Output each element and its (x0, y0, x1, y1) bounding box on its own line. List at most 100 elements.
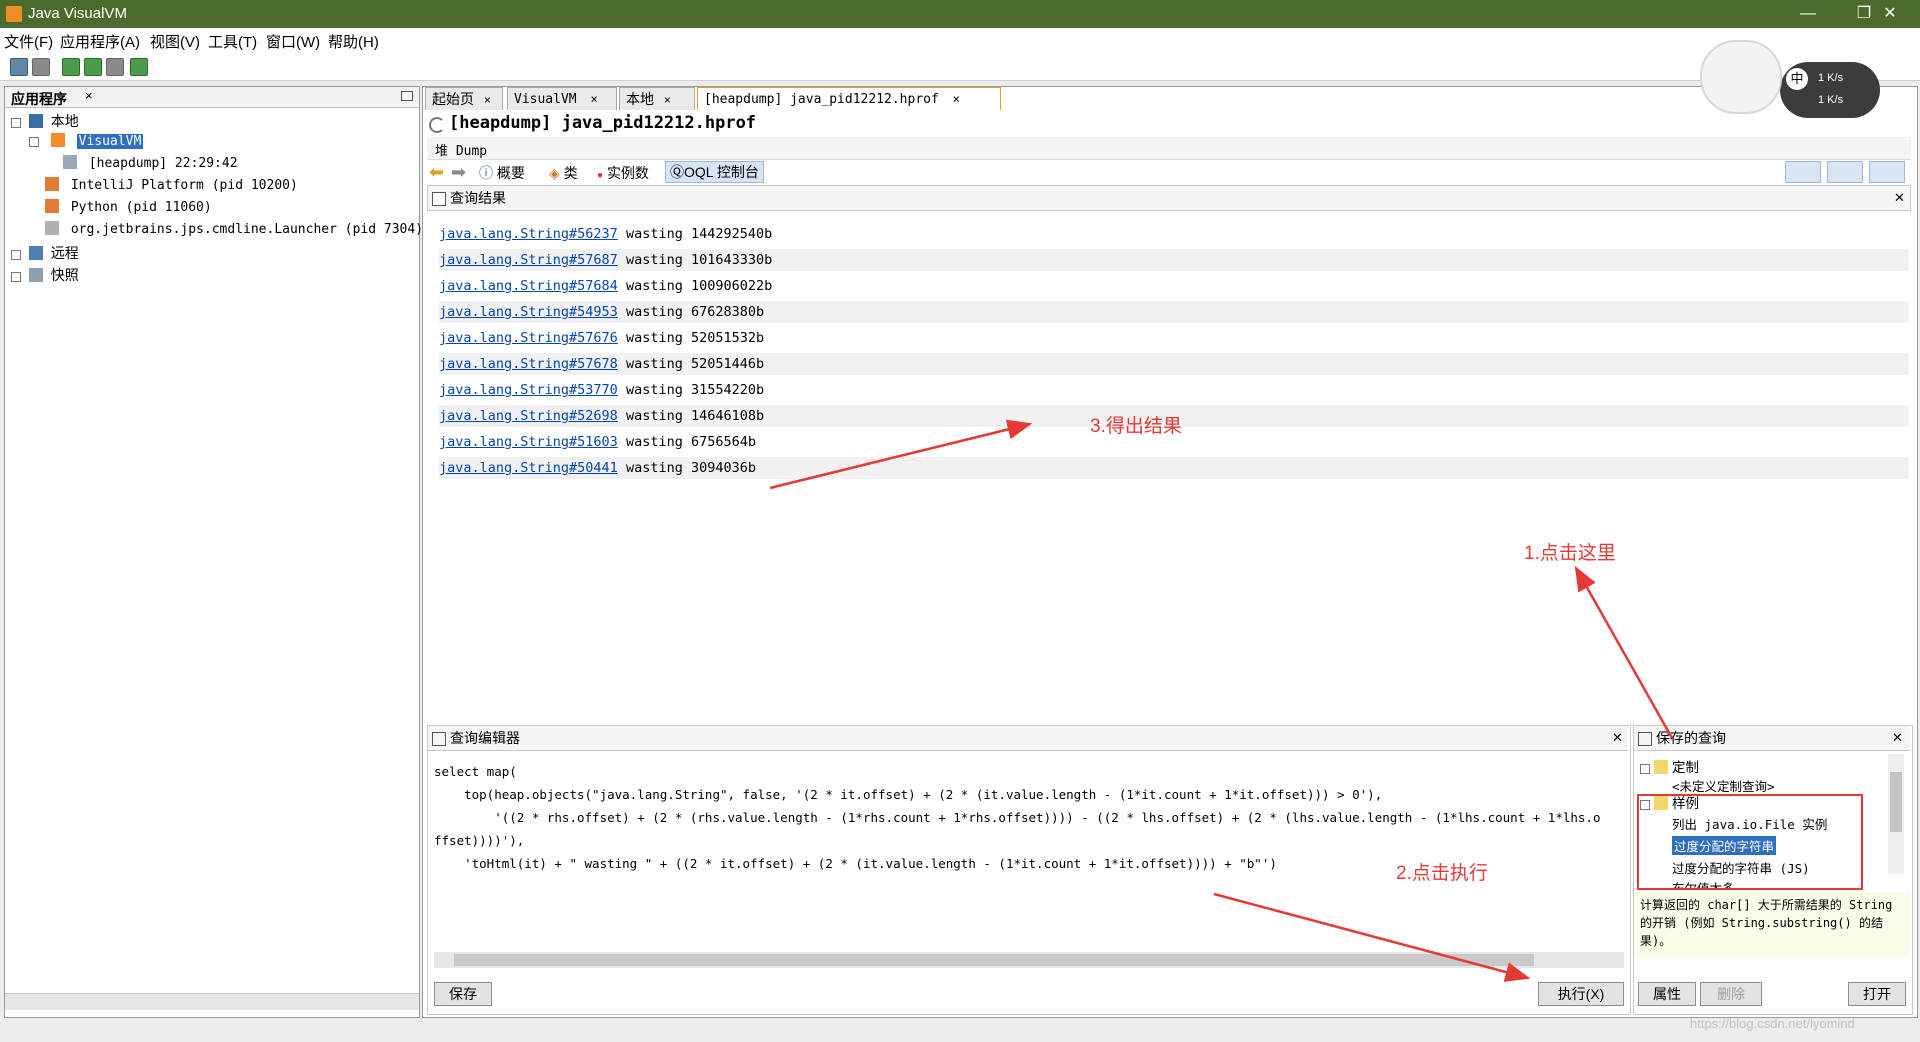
expand-icon[interactable] (11, 272, 21, 282)
classes-label: 类 (563, 165, 578, 181)
save-query-button[interactable]: 保存 (434, 982, 492, 1006)
menu-tools[interactable]: 工具(T) (208, 31, 257, 52)
heap-subtitle-bar: 堆 Dump (427, 137, 1911, 160)
tree-node-intellij[interactable]: IntelliJ Platform (pid 10200) (45, 177, 298, 193)
menu-view[interactable]: 视图(V) (150, 31, 200, 52)
tree-node-python[interactable]: Python (pid 11060) (45, 199, 212, 215)
tree-node-snapshot[interactable]: 快照 (11, 265, 79, 285)
tab-label: 本地 (626, 91, 654, 107)
window-title: Java VisualVM (28, 5, 127, 22)
result-row: java.lang.String#57684 wasting 100906022… (439, 275, 1909, 297)
menu-window[interactable]: 窗口(W) (266, 31, 320, 52)
oql-console-button[interactable]: ⓆOQL 控制台 (665, 161, 764, 183)
view-saved-icon[interactable] (1869, 161, 1905, 183)
close-icon[interactable]: ✕ (1612, 726, 1623, 750)
result-text: wasting 144292540b (625, 226, 773, 242)
minimize-panel-icon[interactable] (401, 91, 413, 101)
result-link[interactable]: java.lang.String#57678 (439, 356, 618, 372)
ime-indicator[interactable]: 中 (1786, 68, 1808, 90)
result-link[interactable]: java.lang.String#52698 (439, 408, 618, 424)
result-row: java.lang.String#56237 wasting 144292540… (439, 223, 1909, 245)
collapse-icon[interactable] (29, 137, 39, 147)
collapse-icon[interactable] (1640, 764, 1650, 774)
properties-button[interactable]: 属性 (1638, 982, 1696, 1006)
add-host-icon[interactable] (84, 58, 102, 76)
scrollbar-thumb[interactable] (1890, 772, 1902, 832)
tree-node-visualvm[interactable]: VisualVM (29, 133, 144, 149)
minimize-button[interactable]: — (1780, 0, 1836, 28)
network-speed-widget[interactable]: 中 1 K/s 1 K/s (1780, 62, 1880, 118)
heapdump-icon (63, 155, 77, 169)
menu-help[interactable]: 帮助(H) (328, 31, 379, 52)
view-editor-icon[interactable] (1827, 161, 1863, 183)
result-link[interactable]: java.lang.String#57684 (439, 278, 618, 294)
result-link[interactable]: java.lang.String#53770 (439, 382, 618, 398)
applications-panel: 应用程序 × 本地 VisualVM [heapdump] 22:29:42 I… (4, 86, 423, 1018)
back-arrow-icon[interactable]: ⬅ (429, 162, 444, 183)
close-icon[interactable]: ✕ (1892, 726, 1903, 750)
tree-node-custom[interactable]: 定制 (1640, 756, 1699, 776)
close-icon[interactable]: ✕ (1894, 186, 1905, 210)
oql-label: OQL 控制台 (684, 164, 759, 180)
view-results-icon[interactable] (1785, 161, 1821, 183)
forward-arrow-icon[interactable]: ➡ (451, 162, 466, 183)
summary-view-button[interactable]: ⓘ 概要 (479, 163, 525, 183)
menu-applications[interactable]: 应用程序(A) (60, 31, 140, 52)
applications-tab[interactable]: 应用程序 (11, 89, 67, 109)
open-button[interactable]: 打开 (1848, 982, 1906, 1006)
execute-button[interactable]: 执行(X) (1538, 982, 1624, 1006)
scrollbar-thumb[interactable] (454, 954, 1534, 966)
result-text: wasting 101643330b (625, 252, 773, 268)
snapshot-icon[interactable] (130, 58, 148, 76)
computer-icon (28, 114, 43, 128)
editor-horizontal-scrollbar[interactable] (434, 952, 1624, 968)
delete-button[interactable]: 删除 (1700, 982, 1762, 1006)
expand-icon[interactable] (11, 250, 21, 260)
classes-view-button[interactable]: ◈ 类 (549, 163, 578, 183)
instances-label: 实例数 (606, 165, 649, 181)
result-link[interactable]: java.lang.String#51603 (439, 434, 618, 450)
result-link[interactable]: java.lang.String#57687 (439, 252, 618, 268)
result-link[interactable]: java.lang.String#54953 (439, 304, 618, 320)
tree-node-local[interactable]: 本地 (11, 111, 79, 131)
result-link[interactable]: java.lang.String#57676 (439, 330, 618, 346)
add-jmx-icon[interactable] (62, 58, 80, 76)
heap-dump-icon[interactable] (106, 58, 124, 76)
download-speed: 1 K/s (1818, 94, 1844, 106)
close-icon[interactable]: × (590, 92, 597, 106)
tree-node-heapdump[interactable]: [heapdump] 22:29:42 (63, 155, 238, 171)
result-text: wasting 6756564b (625, 434, 756, 450)
menu-file[interactable]: 文件(F) (4, 31, 53, 52)
query-line: top(heap.objects("java.lang.String", fal… (434, 787, 1383, 802)
info-icon: ⓘ (479, 165, 493, 181)
menu-bar: 文件(F) 应用程序(A) 视图(V) 工具(T) 窗口(W) 帮助(H) (0, 28, 1920, 52)
tree-node-launcher[interactable]: org.jetbrains.jps.cmdline.Launcher (pid … (45, 221, 423, 237)
close-window-button[interactable]: ✕ (1862, 0, 1918, 28)
close-icon[interactable]: × (953, 92, 960, 106)
save-icon[interactable] (32, 58, 50, 76)
annotation-step2: 2.点击执行 (1396, 863, 1488, 884)
classes-icon: ◈ (549, 165, 560, 181)
tab-local[interactable]: 本地 × (619, 87, 695, 110)
instances-view-button[interactable]: ● 实例数 (597, 163, 649, 183)
results-title: 查询结果 (450, 190, 506, 206)
tab-visualvm[interactable]: VisualVM × (507, 87, 617, 110)
collapse-icon[interactable] (11, 118, 21, 128)
summary-label: 概要 (496, 165, 525, 181)
result-link[interactable]: java.lang.String#56237 (439, 226, 618, 242)
tab-heapdump[interactable]: [heapdump] java_pid12212.hprof × (697, 87, 1001, 110)
tab-start-page[interactable]: 起始页 × (425, 87, 503, 110)
result-text: wasting 31554220b (625, 382, 765, 398)
tree-label-launcher: org.jetbrains.jps.cmdline.Launcher (pid … (70, 222, 424, 237)
left-horizontal-scrollbar[interactable] (5, 993, 419, 1010)
result-text: wasting 52051446b (625, 356, 765, 372)
tree-node-remote[interactable]: 远程 (11, 243, 79, 263)
result-link[interactable]: java.lang.String#50441 (439, 460, 618, 476)
result-row: java.lang.String#50441 wasting 3094036b (439, 457, 1909, 479)
close-icon[interactable]: × (664, 93, 671, 107)
saved-vertical-scrollbar[interactable] (1888, 754, 1904, 874)
annotation-step3: 3.得出结果 (1090, 416, 1182, 437)
close-icon[interactable]: × (85, 88, 93, 103)
load-icon[interactable] (10, 58, 28, 76)
close-icon[interactable]: × (484, 93, 491, 107)
